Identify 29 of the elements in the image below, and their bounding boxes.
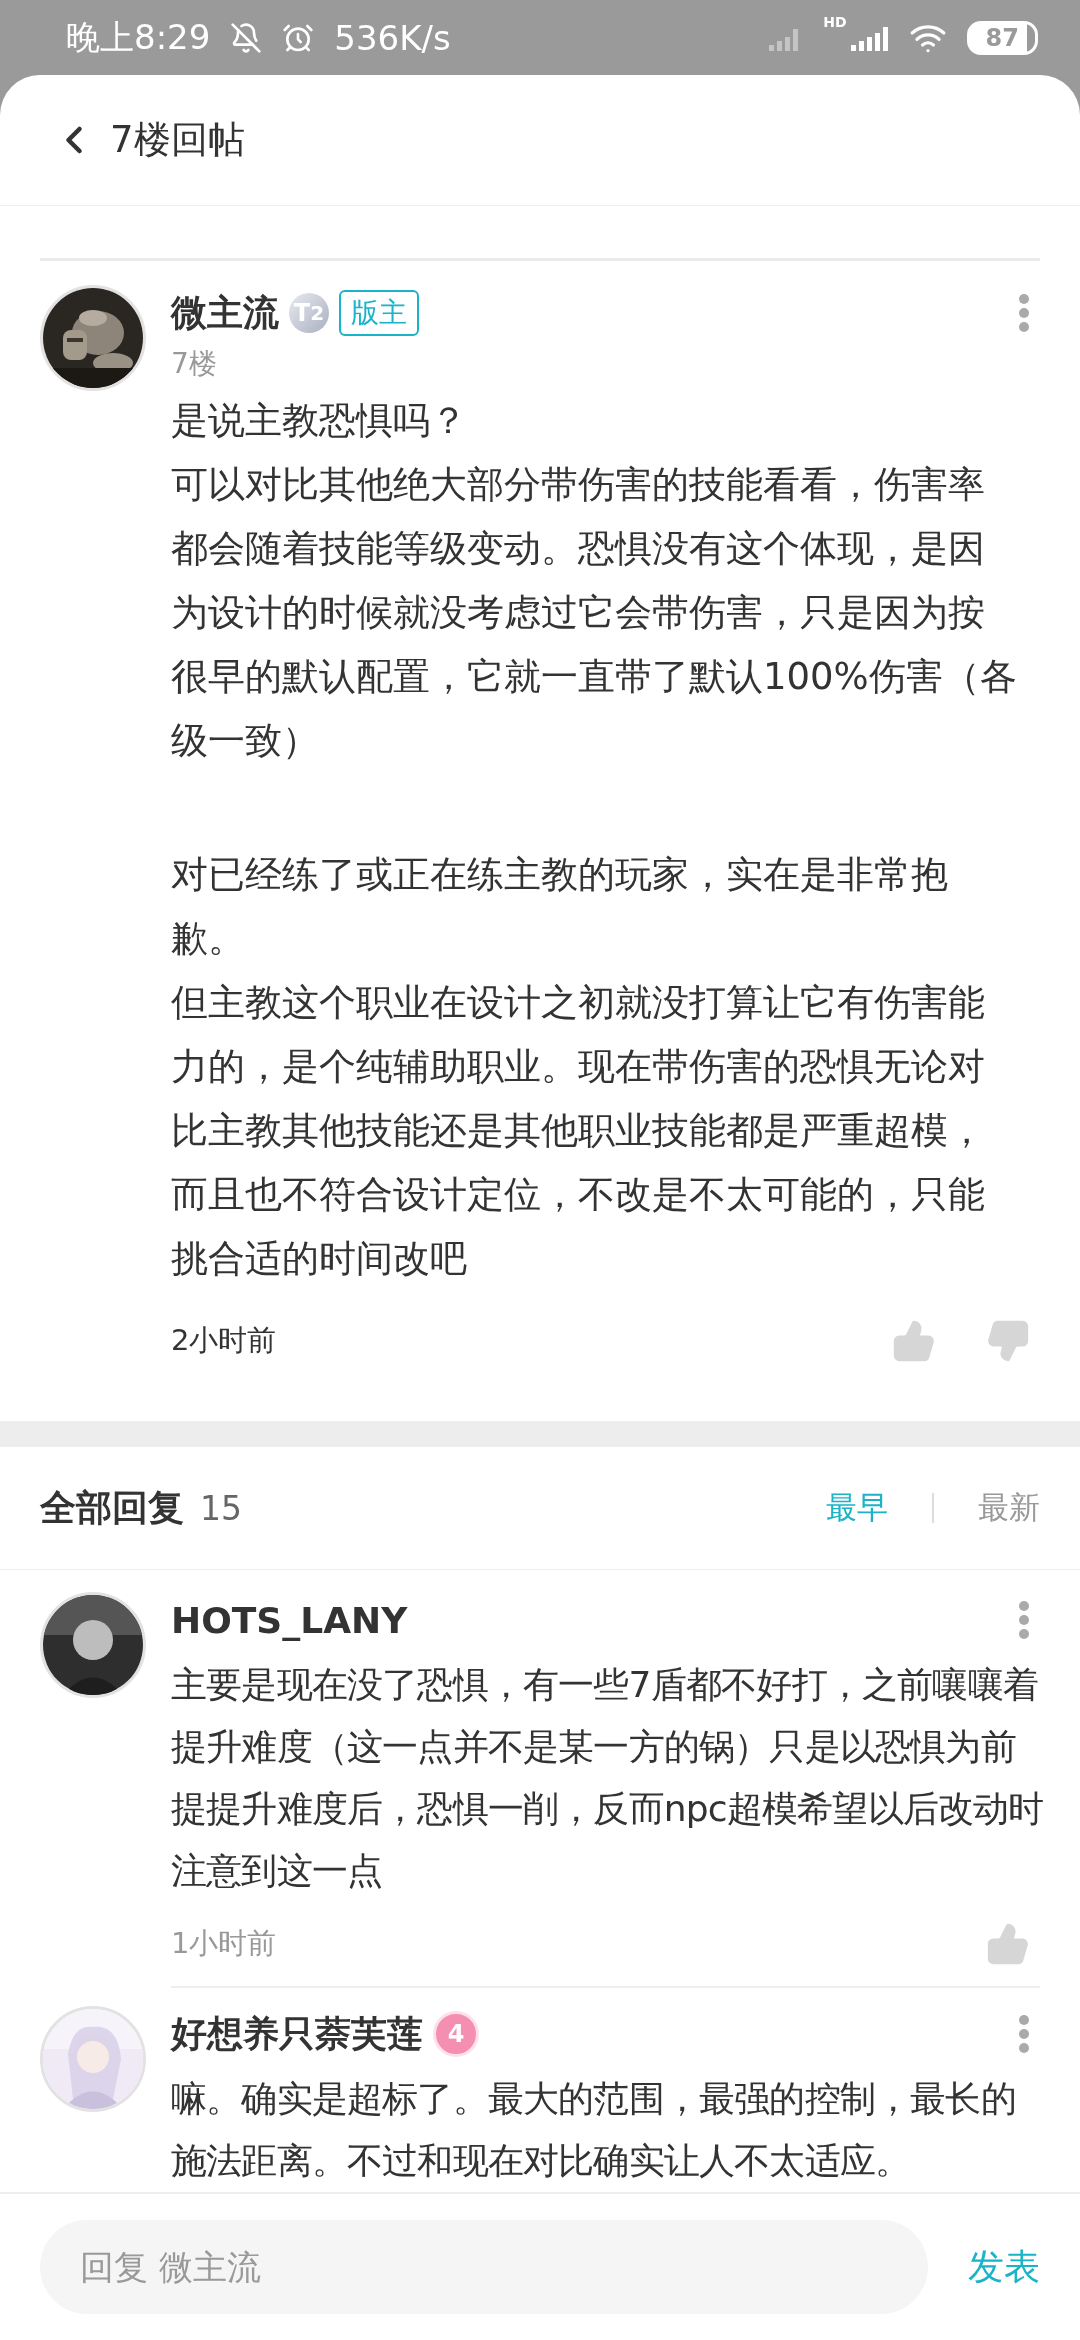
thumbs-down-icon[interactable] — [986, 1319, 1030, 1363]
page-title: 7楼回帖 — [110, 117, 245, 163]
reply-input[interactable]: 回复 微主流 — [40, 2220, 928, 2314]
section-title: 全部回复 — [40, 1485, 184, 1530]
author-name[interactable]: 好想养只萘芙莲 — [171, 2009, 423, 2059]
author-name[interactable]: 微主流 — [171, 288, 279, 338]
post-paragraph: 对已经练了或正在练主教的玩家，实在是非常抱歉。 — [171, 852, 949, 962]
battery-icon: 87 — [966, 20, 1038, 55]
reply-text: 主要是现在没了恐惧，有一些7盾都不好打，之前嚷嚷着提升难度（这一点并不是某一方的锅）只是以恐惧为前提提升难度后，恐惧一削，反而npc超模希望以后改动时注意到这一点 — [171, 1663, 1045, 1893]
clock-time: 晚上8:29 — [66, 15, 211, 59]
reply-time: 1小时前 — [171, 1925, 277, 1962]
author-name[interactable]: HOTS_LANY — [171, 1599, 408, 1641]
bell-off-icon — [230, 21, 263, 54]
hd-label: HD — [823, 14, 847, 30]
post-paragraph: 但主教这个职业在设计之初就没打算让它有伤害能力的，是个纯辅助职业。现在带伤害的恐惧无论对比主教其他技能还是其他职业技能都是严重超模，而且也不符合设计定位，不改是不太可能的，只能挑合适的时间改吧 — [171, 980, 986, 1282]
more-icon[interactable] — [1018, 293, 1030, 333]
reply-count: 15 — [200, 1488, 242, 1528]
more-icon[interactable] — [1018, 1600, 1030, 1640]
moderator-tag: 版主 — [339, 290, 419, 336]
thumbs-up-icon[interactable] — [986, 1922, 1030, 1966]
reply-text: 嘛。确实是超标了。最大的范围，最强的控制，最长的施法距离。不过和现在对比确实让人不太适应。 — [171, 2077, 1017, 2183]
network-speed: 536K/s — [334, 17, 451, 58]
floor-number: 7楼 — [171, 346, 218, 382]
more-icon[interactable] — [1018, 2014, 1030, 2054]
thumbs-up-icon[interactable] — [892, 1319, 936, 1363]
post-time: 2小时前 — [171, 1322, 277, 1359]
post-paragraph: 是说主教恐惧吗？ — [171, 398, 468, 444]
post-paragraph: 可以对比其他绝大部分带伤害的技能看看，伤害率都会随着技能等级变动。恐惧没有这个体现，是因为设计的时候就没考虑过它会带伤害，只是因为按很早的默认配置，它就一直带了默认100%伤害（各级一致） — [171, 462, 1018, 764]
level-badge: 4 — [433, 2011, 479, 2057]
